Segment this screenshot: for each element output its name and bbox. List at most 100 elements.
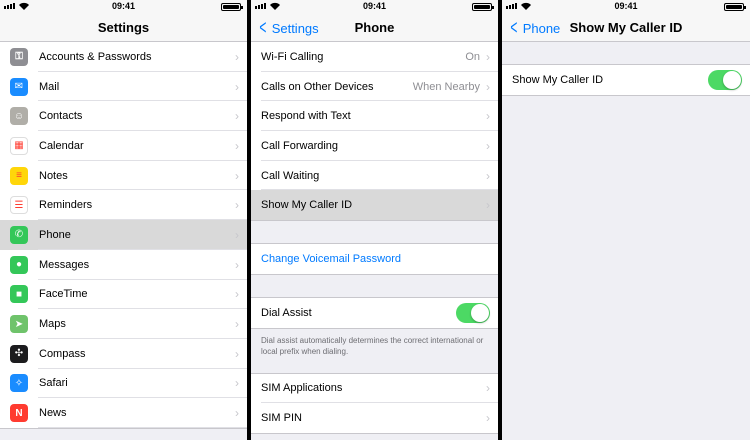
- battery-icon: [724, 3, 746, 11]
- notes-icon: ≡: [10, 166, 28, 185]
- chevron-right-icon: ›: [486, 168, 490, 183]
- status-bar: 09:41: [0, 0, 247, 14]
- chevron-left-icon: <: [259, 17, 267, 39]
- phone-icon: ✆: [10, 225, 28, 244]
- key-icon: ⚿: [10, 47, 28, 66]
- phone-row-wi-fi-calling[interactable]: Wi-Fi Calling On ›: [251, 42, 498, 72]
- phone-row-call-forwarding[interactable]: Call Forwarding ›: [251, 131, 498, 161]
- back-label: Phone: [522, 20, 561, 36]
- settings-row-label: Contacts: [39, 110, 83, 123]
- screens-container: 09:41 Settings ⚿ Accounts & Passwords › ✉ Ma…: [0, 0, 750, 440]
- settings-row-label: Compass: [39, 347, 86, 360]
- chevron-right-icon: ›: [486, 198, 490, 213]
- status-time: 09:41: [111, 1, 136, 11]
- phone-row-call-waiting[interactable]: Call Waiting ›: [251, 160, 498, 191]
- phone-row-show-my-caller-id[interactable]: Show My Caller ID ›: [251, 190, 498, 221]
- phone-row-sim-pin[interactable]: SIM PIN ›: [251, 403, 498, 433]
- voicemail-group: Change Voicemail Password: [251, 243, 498, 275]
- settings-row-news[interactable]: N News ›: [0, 398, 247, 428]
- phone-settings-screen: 09:41 < Settings Phone Wi-Fi Calling On › C…: [251, 0, 498, 440]
- phone-row-label: Calls on Other Devices: [261, 80, 374, 93]
- phone-row-sim-applications[interactable]: SIM Applications ›: [251, 373, 498, 404]
- back-label: Settings: [271, 20, 319, 36]
- reminders-icon: ☰: [10, 196, 28, 215]
- change-voicemail-password-label: Change Voicemail Password: [261, 252, 402, 265]
- status-time: 09:41: [362, 1, 387, 11]
- settings-row-notes[interactable]: ≡ Notes ›: [0, 160, 247, 191]
- back-button-settings[interactable]: < Settings: [257, 14, 319, 42]
- phone-row-value: On: [465, 50, 480, 63]
- dial-assist-label: Dial Assist: [261, 306, 312, 319]
- settings-row-label: Notes: [39, 169, 68, 182]
- settings-row-phone[interactable]: ✆ Phone ›: [0, 220, 247, 250]
- settings-screen: 09:41 Settings ⚿ Accounts & Passwords › ✉ Ma…: [0, 0, 247, 440]
- phone-row-respond-with-text[interactable]: Respond with Text ›: [251, 101, 498, 132]
- chevron-right-icon: ›: [235, 376, 239, 391]
- chevron-right-icon: ›: [235, 138, 239, 153]
- show-caller-id-row: Show My Caller ID: [502, 65, 750, 95]
- change-voicemail-password-row[interactable]: Change Voicemail Password: [251, 244, 498, 274]
- mail-icon: ✉: [10, 77, 28, 96]
- maps-icon: ➤: [10, 315, 28, 334]
- chevron-right-icon: ›: [235, 406, 239, 421]
- settings-row-label: Calendar: [39, 139, 84, 152]
- chevron-right-icon: ›: [486, 79, 490, 94]
- settings-row-label: Reminders: [39, 199, 93, 212]
- settings-row-label: Maps: [39, 318, 66, 331]
- safari-icon: ✧: [10, 374, 28, 393]
- messages-icon: ●: [10, 255, 28, 274]
- sim-group: SIM Applications › SIM PIN ›: [251, 372, 498, 434]
- settings-row-facetime[interactable]: ■ FaceTime ›: [0, 279, 247, 310]
- battery-icon: [221, 3, 243, 11]
- status-bar: 09:41: [251, 0, 498, 14]
- settings-row-contacts[interactable]: ☺ Contacts ›: [0, 101, 247, 132]
- nav-bar: < Settings Phone: [251, 14, 498, 42]
- contacts-icon: ☺: [10, 107, 28, 126]
- back-button-phone[interactable]: < Phone: [508, 14, 560, 42]
- chevron-right-icon: ›: [235, 109, 239, 124]
- calendar-icon: ▦: [10, 136, 28, 155]
- chevron-right-icon: ›: [486, 49, 490, 64]
- dial-assist-toggle[interactable]: [456, 302, 490, 323]
- settings-row-mail[interactable]: ✉ Mail ›: [0, 71, 247, 102]
- phone-row-calls-on-other-devices[interactable]: Calls on Other Devices When Nearby ›: [251, 71, 498, 102]
- phone-row-label: SIM PIN: [261, 412, 302, 425]
- dial-assist-group: Dial Assist: [251, 296, 498, 329]
- settings-row-reminders[interactable]: ☰ Reminders ›: [0, 190, 247, 221]
- settings-row-label: Accounts & Passwords: [39, 50, 152, 63]
- page-title: Phone: [354, 20, 395, 35]
- settings-list: ⚿ Accounts & Passwords › ✉ Mail › ☺ Contacts › ▦ C…: [0, 42, 247, 429]
- phone-row-label: Call Forwarding: [261, 139, 339, 152]
- settings-row-accounts-and-passwords[interactable]: ⚿ Accounts & Passwords ›: [0, 42, 247, 72]
- settings-row-messages[interactable]: ● Messages ›: [0, 249, 247, 280]
- settings-row-calendar[interactable]: ▦ Calendar ›: [0, 131, 247, 161]
- show-caller-id-toggle[interactable]: [708, 69, 742, 90]
- chevron-right-icon: ›: [235, 49, 239, 64]
- compass-icon: ✣: [10, 344, 28, 363]
- show-caller-id-label: Show My Caller ID: [512, 73, 604, 86]
- status-time: 09:41: [614, 1, 638, 11]
- phone-calls-group: Wi-Fi Calling On › Calls on Other Devices Wh…: [251, 42, 498, 222]
- nav-bar: Settings: [0, 14, 247, 42]
- settings-row-label: Phone: [39, 228, 71, 241]
- chevron-right-icon: ›: [486, 381, 490, 396]
- chevron-right-icon: ›: [235, 198, 239, 213]
- settings-row-compass[interactable]: ✣ Compass ›: [0, 338, 247, 369]
- chevron-right-icon: ›: [235, 257, 239, 272]
- page-title: Settings: [97, 20, 150, 35]
- news-icon: N: [10, 404, 28, 423]
- chevron-right-icon: ›: [235, 346, 239, 361]
- battery-icon: [472, 3, 494, 11]
- settings-row-maps[interactable]: ➤ Maps ›: [0, 309, 247, 339]
- dial-assist-row: Dial Assist: [251, 297, 498, 328]
- caller-id-screen: 09:41 < Phone Show My Caller ID Show My …: [502, 0, 750, 440]
- settings-row-label: News: [39, 407, 67, 420]
- caller-id-group: Show My Caller ID: [502, 64, 750, 96]
- phone-row-value: When Nearby: [412, 80, 480, 93]
- chevron-right-icon: ›: [486, 138, 490, 153]
- phone-row-label: SIM Applications: [261, 382, 343, 395]
- settings-row-safari[interactable]: ✧ Safari ›: [0, 368, 247, 399]
- page-title: Show My Caller ID: [569, 20, 683, 35]
